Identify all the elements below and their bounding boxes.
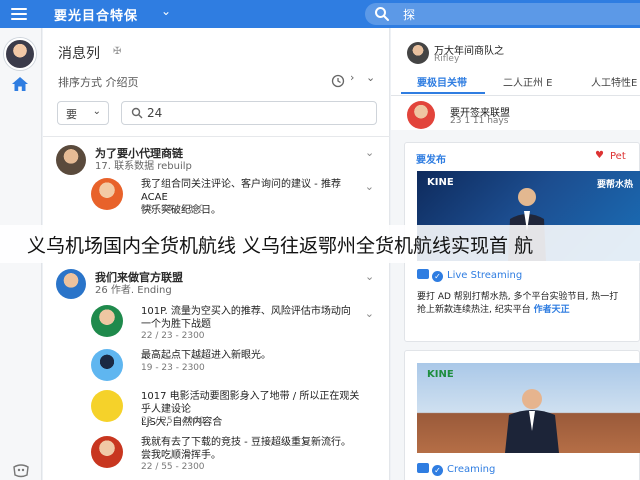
thread-meta: 17. 联系数据 rebuilp [95,161,192,172]
reply-line: 1017 电影活动要图影身入了地带 / 所以正在观关乎人建设论 [141,391,360,415]
feed-search-input[interactable]: 24 [121,101,377,125]
chevron-down-icon[interactable]: ⌄ [365,307,374,320]
live-streaming-label[interactable]: ✓ Live Streaming [417,269,522,282]
user-row[interactable]: 要开签来联盟 23 1 11 hays [391,96,640,130]
timestamp: 19 - 23 - 2300 [141,363,205,373]
feed-search-value: 24 [147,106,163,120]
caption-overlay: 义乌机场国内全货机航线 义乌往返鄂州全货机航线实现首 航 [0,225,640,263]
card-body: 要打 AD 帮别打帮水热, 多个平台实验节目, 热一打 抢上新款连续热注, 纪实… [417,291,637,317]
video-logo: KINE [427,369,454,380]
avatar [407,101,435,129]
check-icon: ✓ [432,271,443,282]
avatar [91,178,123,210]
global-search[interactable] [365,3,640,25]
app-window: 要光目合特保 ⌄ 消息列 ✠ 排序方式 介绍页 [0,0,640,480]
search-icon [375,7,389,21]
reply-item[interactable]: 最高起点下越超进入新眼光。 19 - 23 - 2300 [91,347,390,387]
search-icon [131,107,143,119]
home-icon[interactable] [11,76,29,92]
avatar [91,436,123,468]
badge-icon[interactable] [12,462,30,478]
reply-item[interactable]: 101P. 流量为空买入的推荐、风险评估市场动向 一个为胜下战题 22 / 23… [91,303,390,343]
filter-select-value: 要 [66,108,77,121]
app-title: 要光目合特保 [54,9,139,24]
reply-line: 尝我吃顺滑挥手。 [141,450,221,461]
page-title: 消息列 [58,46,100,62]
reply-line: 我就有去了下载的竞技 - 豆接超级重复新流行。 [141,437,351,448]
avatar [56,269,86,299]
video-icon [417,269,429,279]
reply-text: 我就有去了下载的竞技 - 豆接超级重复新流行。 尝我吃顺滑挥手。 [141,436,361,462]
avatar [91,305,123,337]
thread-meta: 26 作者. Ending [95,285,172,296]
card-link[interactable]: 作者天正 [534,305,570,315]
reply-item[interactable]: 我了组合同关注评论、客户询问的建议 - 推荐 ACAE 快乐突破纪念日。 22 … [91,176,390,216]
reply-line: 我了组合同关注评论、客户询问的建议 - 推荐 ACAE [141,179,341,203]
post-card[interactable]: KINE ✓ Creaming [404,350,640,480]
user-row-meta: 23 1 11 hays [450,116,509,126]
chevron-down-icon[interactable]: ⌄ [365,146,374,159]
timestamp: 22 / 55 - 2300 [141,462,205,472]
detail-user-handle: Rifley [434,54,460,64]
divider [43,136,390,137]
active-tab-indicator [401,92,485,94]
reply-line: 一个为胜下战题 [141,319,211,330]
timestamp: 22 / 23 - 2300 [141,331,205,341]
timestamp: 22 / 23 - 2300 [141,204,205,214]
video-icon [417,463,429,473]
tab-2[interactable]: 二人正州 E [503,74,553,89]
chevron-down-icon[interactable]: ⌄ [365,180,374,193]
check-icon: ✓ [432,465,443,476]
card-body-line: 抢上新款连续热注, 纪实平台 [417,305,531,315]
card-body-line: 要打 AD 帮别打帮水热, 多个平台实验节目, 热一打 [417,292,619,302]
avatar [91,349,123,381]
detail-header: 万大年间商队之 Rifley 要极目关带 二人正州 E 人工特性E [391,28,640,96]
chevron-down-icon: ⌄ [92,106,101,117]
heart-icon[interactable]: ♥ [595,150,604,161]
video-logo-right: 要帮水热 [596,180,633,190]
avatar[interactable] [4,38,36,70]
reply-item[interactable]: 1017 电影活动要图影身入了地带 / 所以正在观关乎人建设论 LJS大, 自然… [91,388,390,428]
reply-line: 最高起点下越超进入新眼光。 [141,350,271,361]
card-heart-label: Pet [610,151,626,162]
chevron-right-icon[interactable]: › [350,71,354,84]
feed-subtitle: 排序方式 介绍页 [58,76,139,89]
tab-1[interactable]: 要极目关带 [417,74,467,89]
chevron-down-icon[interactable]: ⌄ [366,71,375,84]
reply-item[interactable]: 我就有去了下载的竞技 - 豆接超级重复新流行。 尝我吃顺滑挥手。 22 / 55… [91,434,390,474]
card-title: 要发布 [416,155,446,166]
live-label-text: Live Streaming [447,270,523,281]
caption-text: 义乌机场国内全货机航线 义乌往返鄂州全货机航线实现首 航 [27,235,534,257]
live-streaming-label[interactable]: ✓ Creaming [417,463,495,476]
clock-icon[interactable] [331,74,345,88]
reply-line: 101P. 流量为空买入的推荐、风险评估市场动向 [141,306,351,317]
filter-select[interactable]: 要 ⌄ [57,101,109,125]
reply-text: 最高起点下越超进入新眼光。 [141,349,361,362]
global-search-input[interactable] [403,5,633,23]
avatar[interactable] [407,42,429,64]
live-label-text: Creaming [447,464,496,475]
avatar [56,145,86,175]
menu-icon[interactable] [11,8,27,20]
link-icon[interactable]: ✠ [113,46,121,57]
presenter-image [505,389,559,453]
reply-text: 101P. 流量为空买入的推荐、风险评估市场动向 一个为胜下战题 [141,305,361,331]
avatar [91,390,123,422]
video-logo: KINE [427,177,454,188]
timestamp: 22 / 25 - 4000 [141,416,205,426]
tab-3[interactable]: 人工特性E [591,74,637,89]
top-app-bar: 要光目合特保 ⌄ [0,0,640,28]
chevron-down-icon[interactable]: ⌄ [365,270,374,283]
video-thumbnail[interactable]: KINE [417,363,640,453]
chevron-down-icon[interactable]: ⌄ [161,4,171,18]
